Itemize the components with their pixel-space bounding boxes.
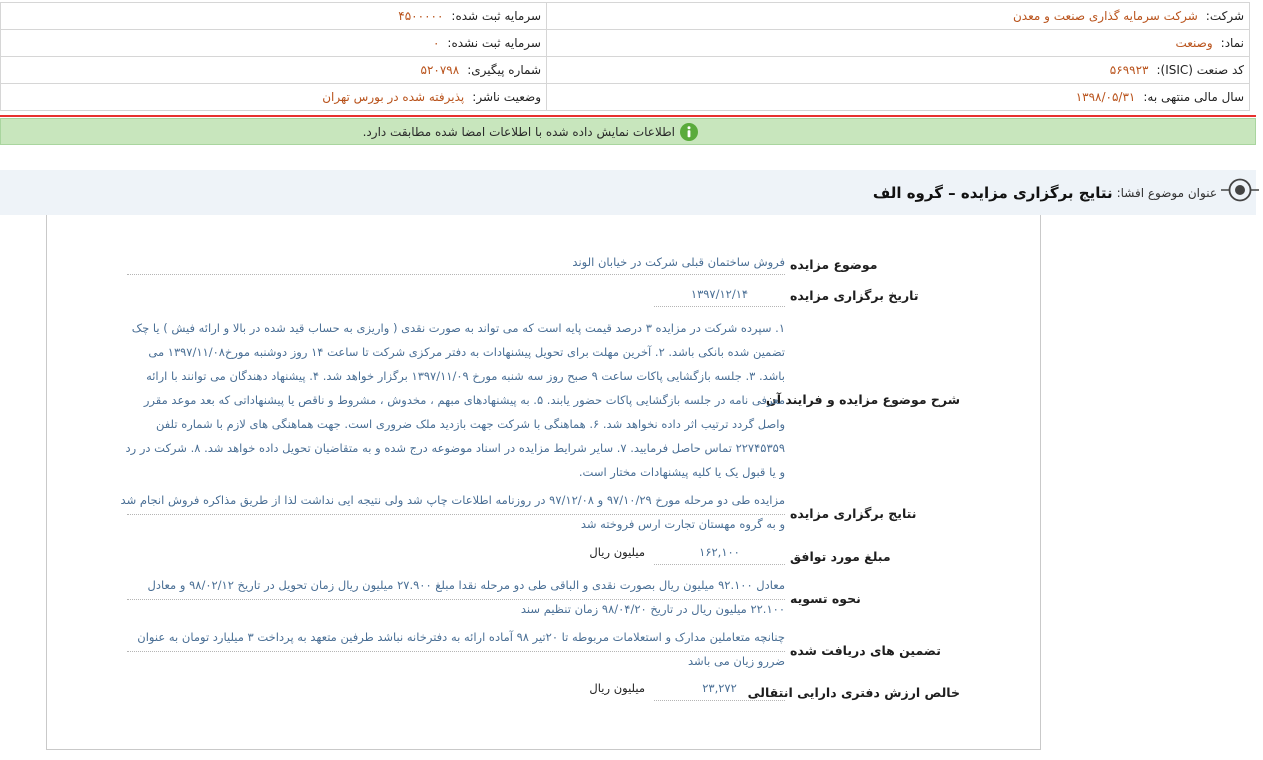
detail-row-agreed-amount: مبلغ مورد توافق ۱۶۲,۱۰۰ میلیون ریال: [120, 538, 960, 571]
publisher-status-value: پذیرفته شده در بورس تهران: [322, 90, 465, 104]
symbol-label: نماد:: [1220, 36, 1244, 50]
signature-verified-banner: اطلاعات نمایش داده شده با اطلاعات امضا ش…: [0, 118, 1256, 145]
tracking-number-cell: شماره پیگیری: ۵۲۰۷۹۸: [1, 57, 546, 83]
auction-date-value: ۱۳۹۷/۱۲/۱۴: [654, 282, 785, 307]
subject-label: عنوان موضوع افشا:: [1116, 185, 1217, 200]
registered-capital-value: ۴۵۰۰۰۰۰: [398, 9, 444, 23]
info-row: نماد: وصنعت سرمایه ثبت نشده: ۰: [1, 30, 1249, 57]
detail-label: خالص ارزش دفتری دارایی انتقالی: [747, 684, 960, 700]
detail-label: نتایج برگزاری مزایده: [790, 506, 917, 521]
detail-label: تضمین های دریافت شده: [790, 643, 941, 658]
detail-row-auction-description: شرح موضوع مزایده و فرایند آن ۱. سپرده شر…: [120, 310, 961, 486]
guarantees-value: چنانچه متعاملین مدارک و استعلامات مربوطه…: [120, 625, 785, 673]
target-icon: [1221, 177, 1259, 203]
fiscal-year-value: ۱۳۹۸/۰۵/۳۱: [1075, 90, 1136, 104]
detail-row-auction-results: نتایج برگزاری مزایده مزایده طی دو مرحله …: [120, 486, 960, 538]
divider-line: [0, 115, 1256, 117]
isic-code: ۵۶۹۹۲۳: [1109, 63, 1149, 77]
settlement-method-value: معادل ۹۲.۱۰۰ میلیون ریال بصورت نقدی و ال…: [120, 573, 785, 621]
registered-capital-cell: سرمایه ثبت شده: ۴۵۰۰۰۰۰: [1, 3, 546, 29]
tracking-number-label: شماره پیگیری:: [467, 63, 541, 77]
agreed-amount-value: ۱۶۲,۱۰۰: [654, 540, 785, 565]
fiscal-year-cell: سال مالی منتهی به: ۱۳۹۸/۰۵/۳۱: [546, 84, 1249, 110]
unregistered-capital-cell: سرمایه ثبت نشده: ۰: [1, 30, 546, 56]
company-info-table: شرکت: شرکت سرمایه گذاری صنعت و معدن سرما…: [0, 2, 1250, 111]
detail-value-cell: ۱۶۲,۱۰۰ میلیون ریال: [120, 538, 788, 571]
unregistered-capital-label: سرمایه ثبت نشده:: [447, 36, 541, 50]
detail-label: مبلغ مورد توافق: [790, 548, 891, 564]
agreed-amount-unit: میلیون ریال: [589, 545, 645, 559]
unregistered-capital-value: ۰: [432, 36, 440, 50]
tracking-number-value: ۵۲۰۷۹۸: [420, 63, 460, 77]
auction-details-panel: موضوع مزایده فروش ساختمان قبلی شرکت در خ…: [46, 215, 1041, 750]
detail-value-cell: فروش ساختمان قبلی شرکت در خیابان الوند: [120, 248, 788, 277]
verified-message: اطلاعات نمایش داده شده با اطلاعات امضا ش…: [362, 124, 675, 139]
company-name: شرکت سرمایه گذاری صنعت و معدن: [1012, 9, 1198, 23]
net-book-value: ۲۳,۲۷۲: [654, 676, 785, 701]
page-title: نتایج برگزاری مزایده – گروه الف: [872, 183, 1113, 202]
symbol-cell: نماد: وصنعت: [546, 30, 1249, 56]
detail-value-cell: معادل ۹۲.۱۰۰ میلیون ریال بصورت نقدی و ال…: [120, 571, 788, 623]
detail-value-cell: چنانچه متعاملین مدارک و استعلامات مربوطه…: [120, 623, 788, 675]
detail-label: شرح موضوع مزایده و فرایند آن: [766, 392, 960, 407]
isic-label: کد صنعت (ISIC):: [1156, 63, 1244, 77]
publisher-status-label: وضعیت ناشر:: [472, 90, 541, 104]
detail-label: نحوه تسویه: [790, 591, 861, 606]
symbol-link[interactable]: وصنعت: [1175, 36, 1212, 50]
publisher-status-cell: وضعیت ناشر: پذیرفته شده در بورس تهران: [1, 84, 546, 110]
detail-value-cell: مزایده طی دو مرحله مورخ ۹۷/۱۰/۲۹ و ۹۷/۱۲…: [120, 486, 788, 538]
detail-label: موضوع مزایده: [790, 256, 878, 272]
company-cell: شرکت: شرکت سرمایه گذاری صنعت و معدن: [546, 3, 1249, 29]
isic-cell: کد صنعت (ISIC): ۵۶۹۹۲۳: [546, 57, 1249, 83]
auction-description-value: ۱. سپرده شرکت در مزایده ۳ درصد قیمت پایه…: [125, 321, 786, 479]
detail-label: تاریخ برگزاری مزایده: [790, 287, 919, 303]
detail-value-cell: ۲۳,۲۷۲ میلیون ریال: [120, 675, 788, 706]
detail-row-guarantees: تضمین های دریافت شده چنانچه متعاملین مدا…: [120, 623, 960, 675]
net-book-value-unit: میلیون ریال: [589, 681, 645, 695]
detail-row-settlement-method: نحوه تسویه معادل ۹۲.۱۰۰ میلیون ریال بصور…: [120, 571, 960, 623]
detail-row-net-book-value: خالص ارزش دفتری دارایی انتقالی ۲۳,۲۷۲ میل…: [120, 675, 960, 706]
info-icon: [680, 122, 698, 141]
disclosure-subject-bar: عنوان موضوع افشا: نتایج برگزاری مزایده –…: [0, 170, 1259, 215]
info-row: شرکت: شرکت سرمایه گذاری صنعت و معدن سرما…: [1, 3, 1249, 30]
detail-value-cell: ۱. سپرده شرکت در مزایده ۳ درصد قیمت پایه…: [120, 310, 788, 486]
detail-row-auction-subject: موضوع مزایده فروش ساختمان قبلی شرکت در خ…: [120, 248, 960, 277]
detail-value-cell: ۱۳۹۷/۱۲/۱۴: [120, 277, 788, 310]
company-label: شرکت:: [1205, 9, 1244, 23]
info-row: سال مالی منتهی به: ۱۳۹۸/۰۵/۳۱ وضعیت ناشر…: [1, 84, 1249, 111]
registered-capital-label: سرمایه ثبت شده:: [451, 9, 541, 23]
info-row: کد صنعت (ISIC): ۵۶۹۹۲۳ شماره پیگیری: ۵۲۰…: [1, 57, 1249, 84]
auction-results-value: مزایده طی دو مرحله مورخ ۹۷/۱۰/۲۹ و ۹۷/۱۲…: [120, 488, 785, 536]
auction-details-table: موضوع مزایده فروش ساختمان قبلی شرکت در خ…: [120, 248, 960, 706]
detail-row-auction-date: تاریخ برگزاری مزایده ۱۳۹۷/۱۲/۱۴: [120, 277, 960, 310]
auction-subject-value: فروش ساختمان قبلی شرکت در خیابان الوند: [127, 250, 785, 275]
fiscal-year-label: سال مالی منتهی به:: [1143, 90, 1244, 104]
